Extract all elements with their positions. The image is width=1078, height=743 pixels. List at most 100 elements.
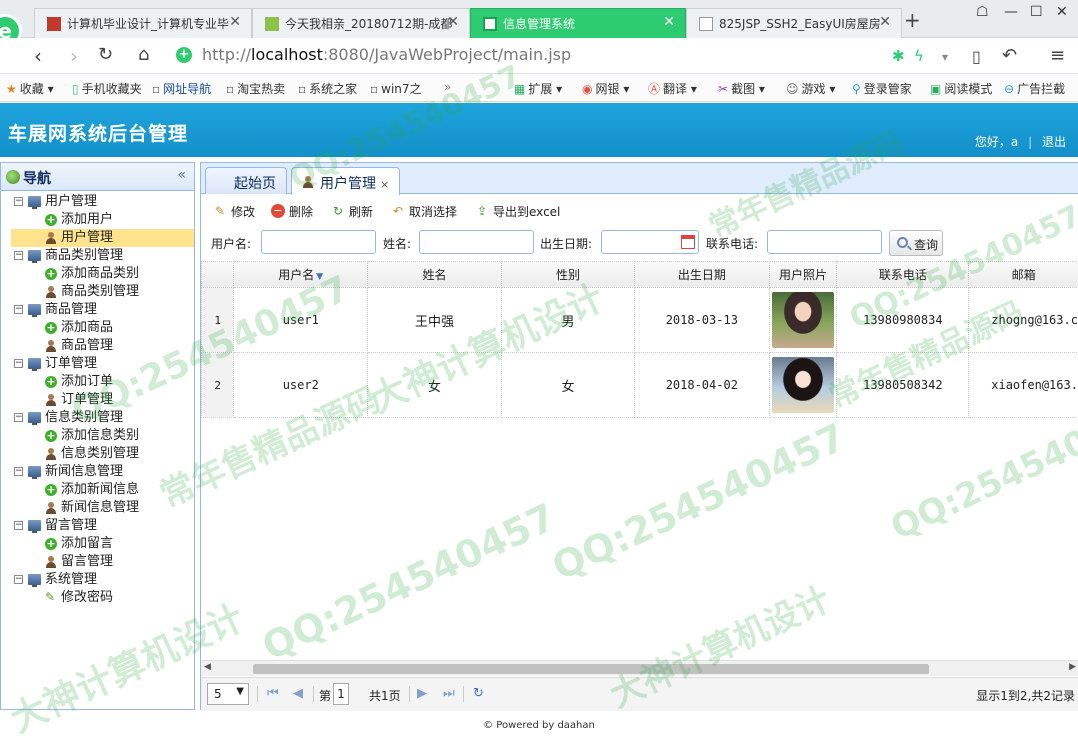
ext-extensions[interactable]: ▦扩展 ▾ — [514, 80, 562, 97]
reader-icon[interactable]: ▯ — [972, 47, 981, 66]
name-input[interactable] — [419, 230, 534, 254]
close-window-icon[interactable]: ✕ — [1056, 4, 1068, 20]
scrollbar-thumb[interactable] — [253, 664, 929, 674]
browser-tab-1[interactable]: 计算机毕业设计_计算机专业毕 ✕ — [34, 8, 252, 38]
bookmark-win7[interactable]: ▫win7之 — [370, 80, 422, 97]
tree-group-news[interactable]: −新闻信息管理 — [1, 463, 194, 481]
reload-icon[interactable]: ↻ — [98, 44, 113, 65]
close-tab-icon[interactable]: × — [380, 178, 389, 191]
username-input[interactable] — [261, 230, 376, 254]
table-row[interactable]: 2 user2 女 女 2018-04-02 13980508342 xiaof… — [202, 353, 1078, 418]
collapse-node-icon[interactable]: − — [14, 305, 23, 314]
tree-item-add-order[interactable]: +添加订单 — [1, 373, 194, 391]
next-page-icon[interactable]: ▶ — [417, 686, 427, 701]
chevron-down-icon[interactable]: ▾ — [942, 50, 948, 64]
refresh-icon[interactable]: ↻ — [473, 686, 484, 701]
collapse-node-icon[interactable]: − — [14, 251, 23, 260]
tree-item-message-manage[interactable]: 留言管理 — [1, 553, 194, 571]
tree-item-add-user[interactable]: +添加用户 — [1, 211, 194, 229]
table-row[interactable]: 1 user1 王中强 男 2018-03-13 13980980834 zho… — [202, 288, 1078, 353]
bookmark-mobile[interactable]: ▯手机收藏夹 — [72, 80, 142, 97]
page-number-input[interactable]: 1 — [333, 683, 349, 705]
tree-item-change-password[interactable]: ✎修改密码 — [1, 589, 194, 607]
ext-translate[interactable]: Ⓐ翻译 ▾ — [648, 80, 697, 97]
first-page-icon[interactable]: ⏮ — [267, 686, 279, 701]
column-header-phone[interactable]: 联系电话 — [837, 262, 969, 288]
collapse-node-icon[interactable]: − — [14, 359, 23, 368]
url-field[interactable]: + http://localhost:8080/JavaWebProject/m… — [176, 45, 896, 67]
tree-group-order[interactable]: −订单管理 — [1, 355, 194, 373]
tree-item-add-message[interactable]: +添加留言 — [1, 535, 194, 553]
bookmark-nav[interactable]: ▫网址导航 — [152, 80, 211, 97]
ext-games[interactable]: ☺游戏 ▾ — [786, 80, 835, 97]
column-header-username[interactable]: 用户名▼ — [234, 262, 368, 288]
tab-user-manage[interactable]: 用户管理× — [291, 167, 400, 195]
tab-home[interactable]: 起始页 — [205, 167, 287, 194]
column-header-photo[interactable]: 用户照片 — [769, 262, 837, 288]
minimize-icon[interactable]: — — [1004, 4, 1018, 20]
delete-button[interactable]: −删除 — [271, 203, 313, 220]
tree-group-product-category[interactable]: −商品类别管理 — [1, 247, 194, 265]
collapse-node-icon[interactable]: − — [14, 521, 23, 530]
export-excel-button[interactable]: ⇪导出到excel — [475, 203, 560, 220]
undo-icon[interactable]: ↶ — [1002, 45, 1017, 66]
column-header-name[interactable]: 姓名 — [368, 262, 502, 288]
tree-group-message[interactable]: −留言管理 — [1, 517, 194, 535]
lightning-icon[interactable]: ϟ — [914, 47, 924, 65]
back-icon[interactable]: ‹ — [34, 44, 42, 68]
bookmark-favorites[interactable]: ★收藏 ▾ — [6, 80, 54, 97]
bookmark-taobao[interactable]: ▫淘宝热卖 — [226, 80, 285, 97]
ext-bank[interactable]: ◉网银 ▾ — [582, 80, 629, 97]
page-size-select[interactable]: 5▼ — [207, 683, 249, 705]
tree-group-system[interactable]: −系统管理 — [1, 571, 194, 589]
tree-item-info-category-manage[interactable]: 信息类别管理 — [1, 445, 194, 463]
tree-item-add-product-category[interactable]: +添加商品类别 — [1, 265, 194, 283]
browser-tab-2[interactable]: 今天我相亲_20180712期-成都 ✕ — [252, 8, 470, 38]
ext-reader[interactable]: ▣阅读模式 — [930, 80, 992, 97]
collapse-node-icon[interactable]: − — [14, 467, 23, 476]
tree-item-news-manage[interactable]: 新闻信息管理 — [1, 499, 194, 517]
skin-icon[interactable]: ☖ — [976, 4, 989, 20]
query-button[interactable]: 查询 — [889, 230, 943, 256]
collapse-node-icon[interactable]: − — [14, 197, 23, 206]
horizontal-scrollbar[interactable]: ◀ ▶ — [201, 660, 1078, 676]
tree-item-product-category-manage[interactable]: 商品类别管理 — [1, 283, 194, 301]
tree-item-order-manage[interactable]: 订单管理 — [1, 391, 194, 409]
birthday-input[interactable] — [601, 230, 699, 254]
column-header-gender[interactable]: 性别 — [501, 262, 634, 288]
user-photo[interactable] — [772, 292, 834, 348]
close-tab-icon[interactable]: ✕ — [879, 14, 891, 30]
collapse-node-icon[interactable]: − — [14, 575, 23, 584]
phone-input[interactable] — [767, 230, 882, 254]
scroll-left-icon[interactable]: ◀ — [204, 662, 211, 672]
tree-group-users[interactable]: −用户管理 — [1, 193, 194, 211]
collapse-icon[interactable]: « — [177, 167, 186, 183]
unselect-button[interactable]: ↶取消选择 — [391, 203, 457, 220]
close-tab-icon[interactable]: ✕ — [229, 14, 241, 30]
tree-item-add-product[interactable]: +添加商品 — [1, 319, 194, 337]
tree-item-user-manage[interactable]: 用户管理 — [11, 229, 194, 247]
prev-page-icon[interactable]: ◀ — [293, 686, 303, 701]
refresh-button[interactable]: ↻刷新 — [331, 203, 373, 220]
more-bookmarks-icon[interactable]: » — [444, 80, 451, 94]
ext-login[interactable]: ⚲登录管家 — [852, 80, 912, 97]
user-photo[interactable] — [772, 357, 834, 413]
tree-group-info-category[interactable]: −信息类别管理 — [1, 409, 194, 427]
calendar-icon[interactable] — [681, 235, 695, 249]
tree-group-product[interactable]: −商品管理 — [1, 301, 194, 319]
home-icon[interactable]: ⌂ — [138, 44, 149, 65]
browser-tab-4[interactable]: 825JSP_SSH2_EasyUI房屋房 ✕ — [686, 8, 902, 38]
scroll-right-icon[interactable]: ▶ — [1069, 662, 1076, 672]
ext-adblock[interactable]: ⊖广告拦截 — [1004, 80, 1065, 97]
close-tab-icon[interactable]: ✕ — [663, 14, 675, 30]
menu-icon[interactable]: ≡ — [1050, 45, 1065, 66]
last-page-icon[interactable]: ⏭ — [443, 686, 455, 701]
ext-screenshot[interactable]: ✂截图 ▾ — [718, 80, 765, 97]
maximize-icon[interactable]: ☐ — [1030, 4, 1043, 20]
browser-tab-active[interactable]: 信息管理系统 ✕ — [470, 8, 686, 38]
logout-link[interactable]: 退出 — [1042, 135, 1066, 149]
tree-item-product-manage[interactable]: 商品管理 — [1, 337, 194, 355]
column-header-email[interactable]: 邮箱 — [969, 262, 1078, 288]
forward-icon[interactable]: › — [70, 44, 78, 68]
edit-button[interactable]: ✎修改 — [213, 203, 255, 220]
